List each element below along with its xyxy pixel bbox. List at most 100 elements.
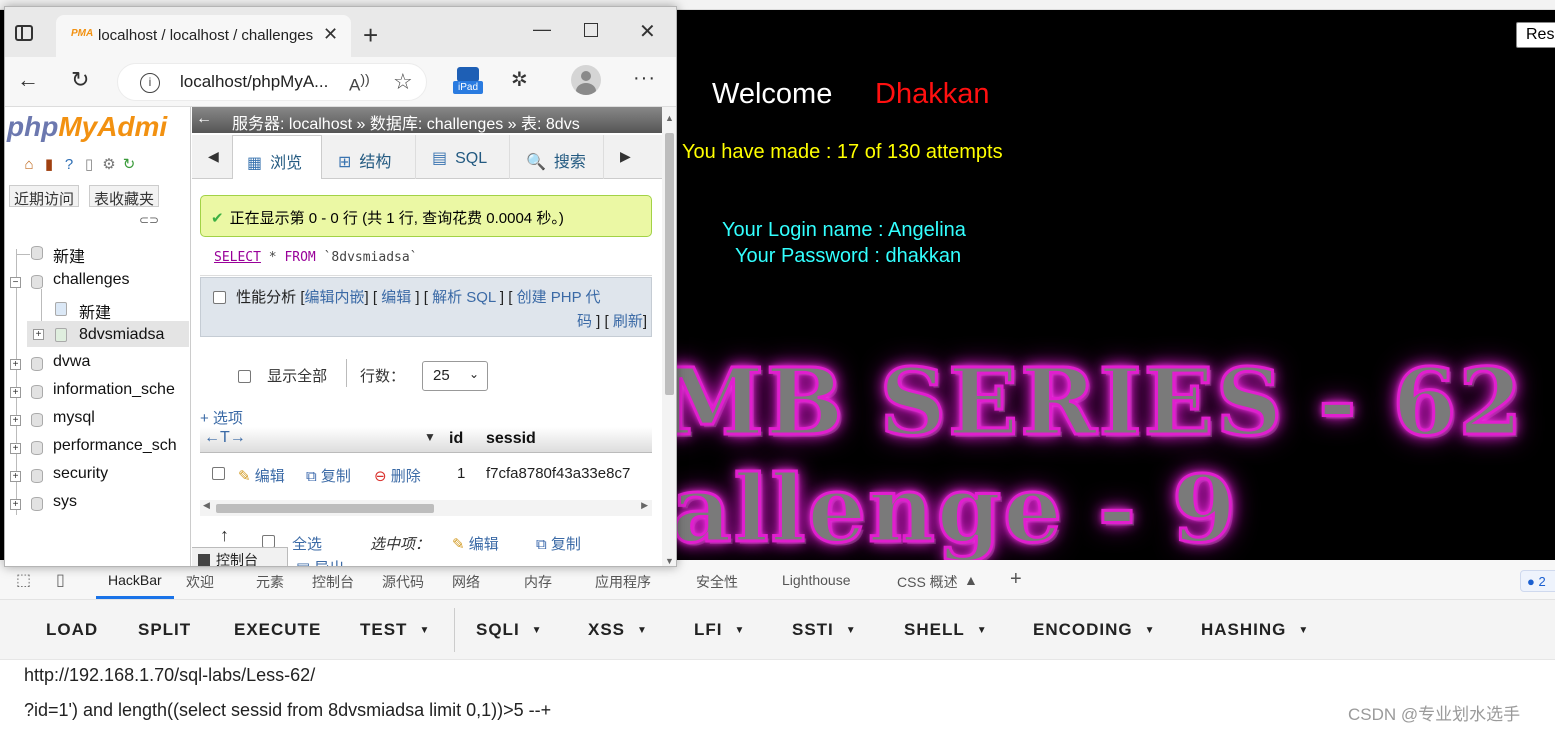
devtools-tab-sources[interactable]: 源代码 [382, 572, 424, 592]
devtools-tab-hackbar[interactable]: HackBar [108, 572, 162, 588]
expand-icon[interactable]: + [33, 329, 44, 340]
new-tab-icon[interactable]: + [363, 20, 378, 51]
more-menu-icon[interactable]: ··· [633, 67, 656, 90]
edit-inline-link[interactable]: 编辑内嵌 [305, 289, 365, 306]
row-checkbox[interactable] [212, 467, 225, 480]
sort-dropdown-icon[interactable]: ▼ [424, 430, 436, 444]
console-toggle[interactable]: 控制台 [192, 547, 288, 566]
extensions-icon[interactable]: ✲ [511, 67, 528, 92]
devtools-tab-elements[interactable]: 元素 [256, 572, 284, 592]
devtools-tab-console[interactable]: 控制台 [312, 572, 354, 592]
hackbar-execute-button[interactable]: EXECUTE [234, 620, 321, 640]
expand-icon[interactable]: + [10, 471, 21, 482]
tree-new-database[interactable]: 新建 [53, 243, 85, 267]
issues-badge[interactable]: ● 2 [1520, 570, 1555, 592]
address-bar[interactable]: i localhost/phpMyA... A)) ☆ [117, 63, 427, 101]
tree-db-dvwa[interactable]: dvwa [53, 353, 90, 371]
favorites-button[interactable]: 表收藏夹 [89, 185, 160, 208]
refresh-icon[interactable]: ↻ [71, 67, 89, 93]
settings-gear-icon[interactable]: ⚙ [99, 155, 119, 173]
tab-scroll-left-icon[interactable]: ◀ [208, 148, 219, 165]
scroll-down-icon[interactable]: ▼ [665, 556, 674, 566]
horizontal-scrollbar[interactable]: ◀ ▶ [200, 500, 652, 516]
export-action[interactable]: ▤ 导出 [296, 557, 344, 566]
recent-button[interactable]: 近期访问 [9, 185, 80, 208]
bulk-edit-action[interactable]: ✎ 编辑 [452, 533, 499, 554]
url-line-1[interactable]: http://192.168.1.70/sql-labs/Less-62/ [24, 665, 315, 686]
device-toggle-icon[interactable]: ▯ [56, 570, 76, 590]
sql-select-keyword[interactable]: SELECT [214, 250, 261, 265]
link-icon[interactable]: ⊂⊃ [139, 213, 159, 227]
devtools-tab-welcome[interactable]: 欢迎 [186, 572, 214, 592]
hackbar-ssti-menu[interactable]: SSTI ▼ [792, 620, 857, 640]
address-text[interactable]: localhost/phpMyA... [180, 72, 328, 92]
select-all-label[interactable]: 全选 [292, 533, 322, 554]
collapse-icon[interactable]: − [10, 277, 21, 288]
scroll-up-icon[interactable]: ▲ [665, 113, 674, 123]
reload-icon[interactable]: ↻ [119, 155, 139, 173]
expand-icon[interactable]: + [10, 359, 21, 370]
tree-db-mysql[interactable]: mysql [53, 409, 95, 427]
tab-search[interactable]: 🔍 搜索 [512, 135, 604, 179]
show-all-control[interactable]: 显示全部 [238, 365, 327, 386]
inspect-icon[interactable]: ⬚ [16, 570, 36, 590]
row-delete-action[interactable]: ⊖ 删除 [374, 465, 421, 486]
tree-table-8dvsmiadsa[interactable]: 8dvsmiadsa [79, 326, 164, 344]
tree-db-sys[interactable]: sys [53, 493, 77, 511]
devtools-tab-security[interactable]: 安全性 [696, 572, 738, 592]
hackbar-sqli-menu[interactable]: SQLI ▼ [476, 620, 543, 640]
docs-icon[interactable]: ▯ [79, 155, 99, 173]
help-icon[interactable]: ? [59, 156, 79, 173]
scroll-left-icon[interactable]: ◀ [203, 500, 210, 511]
refresh-link[interactable]: 刷新 [613, 313, 643, 330]
minimize-icon[interactable]: — [533, 19, 551, 40]
column-header-id[interactable]: id [449, 430, 463, 448]
hackbar-test-menu[interactable]: TEST ▼ [360, 620, 430, 640]
tab-browse[interactable]: ▦ 浏览 [232, 135, 322, 179]
edit-link[interactable]: 编辑 [381, 289, 411, 306]
tab-sql[interactable]: ▤ SQL [418, 135, 510, 179]
row-edit-action[interactable]: ✎ 编辑 [238, 465, 285, 486]
tab-structure[interactable]: ⊞ 结构 [324, 135, 416, 179]
vertical-scroll-thumb[interactable] [665, 133, 674, 395]
breadcrumb-text[interactable]: 服务器: localhost » 数据库: challenges » 表: 8d… [232, 110, 580, 133]
window-close-icon[interactable]: ✕ [639, 19, 656, 44]
hackbar-encoding-menu[interactable]: ENCODING ▼ [1033, 620, 1156, 640]
row-copy-action[interactable]: ⧉ 复制 [306, 465, 351, 486]
devtools-tab-application[interactable]: 应用程序 [595, 572, 651, 592]
hackbar-shell-menu[interactable]: SHELL ▼ [904, 620, 988, 640]
home-icon[interactable]: ⌂ [19, 156, 39, 173]
devtools-tab-css-overview[interactable]: CSS 概述 [897, 572, 958, 592]
hackbar-url-input[interactable]: http://192.168.1.70/sql-labs/Less-62/ ?i… [0, 660, 1555, 729]
hackbar-load-button[interactable]: LOAD [46, 620, 98, 640]
add-tab-icon[interactable]: + [1010, 568, 1022, 591]
devtools-tab-lighthouse[interactable]: Lighthouse [782, 572, 851, 588]
scroll-right-icon[interactable]: ▶ [641, 500, 648, 511]
tree-db-performance-schema[interactable]: performance_sch [53, 437, 177, 455]
create-php-link-cont[interactable]: 码 [577, 313, 592, 330]
tab-actions-icon[interactable] [15, 25, 33, 41]
tree-db-challenges[interactable]: challenges [53, 271, 130, 289]
tree-new-table[interactable]: 新建 [79, 299, 111, 323]
read-aloud-icon[interactable]: A)) [349, 72, 370, 96]
collapse-nav-icon[interactable]: ← [196, 110, 212, 128]
tree-db-security[interactable]: security [53, 465, 108, 483]
tab-close-icon[interactable]: ✕ [323, 24, 338, 45]
horizontal-scroll-thumb[interactable] [216, 504, 434, 513]
logout-icon[interactable]: ▮ [39, 155, 59, 173]
rows-per-page-select[interactable]: 25 ⌄ [422, 361, 488, 391]
ipad-extension-icon[interactable]: iPad [453, 67, 483, 95]
hackbar-lfi-menu[interactable]: LFI ▼ [694, 620, 745, 640]
vertical-scrollbar[interactable]: ▲ ▼ [662, 107, 676, 566]
favorite-star-icon[interactable]: ☆ [393, 69, 413, 95]
maximize-icon[interactable] [584, 23, 598, 37]
profiling-checkbox[interactable] [213, 291, 226, 304]
pma-logo[interactable]: phpMyAdmi [7, 111, 167, 143]
bulk-copy-action[interactable]: ⧉ 复制 [536, 533, 581, 554]
create-php-link[interactable]: 创建 PHP 代 [517, 289, 601, 306]
column-resize-icon[interactable]: ←T→ [204, 429, 246, 447]
hackbar-hashing-menu[interactable]: HASHING ▼ [1201, 620, 1309, 640]
expand-icon[interactable]: + [10, 443, 21, 454]
hackbar-split-button[interactable]: SPLIT [138, 620, 191, 640]
info-icon[interactable]: i [140, 73, 160, 93]
